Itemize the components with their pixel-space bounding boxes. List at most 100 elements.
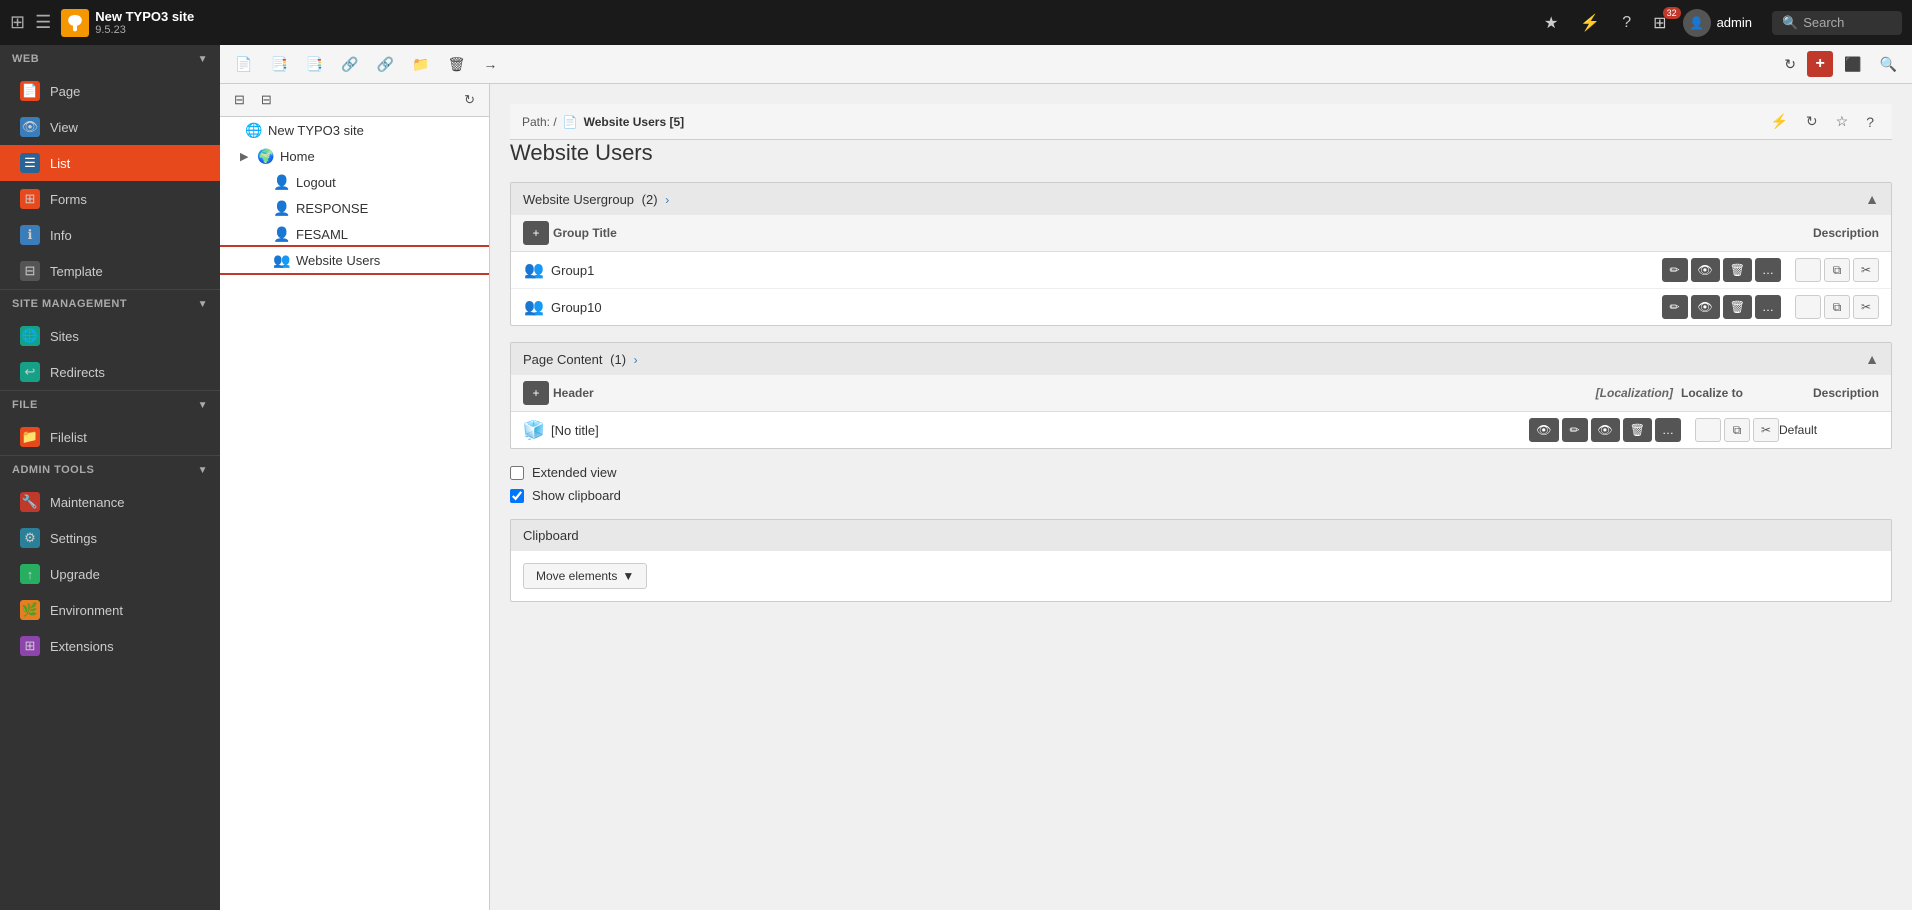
tree-item-logout[interactable]: 👤 Logout [220,169,489,195]
sidebar-item-settings[interactable]: ⚙ Settings [0,520,220,556]
tree-item-response[interactable]: 👤 RESPONSE [220,195,489,221]
notification-bell[interactable]: ⊞ 32 [1647,13,1672,33]
no-title-copy-btn[interactable]: ⧉ [1724,418,1750,442]
site-management-label: SITE MANAGEMENT [12,298,127,310]
tree-item-home[interactable]: ▶ 🌍 Home [220,143,489,169]
group10-copy-btn[interactable]: ⧉ [1824,295,1850,319]
sidebar-item-environment[interactable]: 🌿 Environment [0,592,220,628]
group10-more-btn[interactable]: … [1755,295,1781,319]
history-btn[interactable]: 🔗 [334,51,365,77]
usergroup-section-header[interactable]: Website Usergroup (2) › ▲ [511,183,1891,215]
hamburger-menu-icon[interactable]: ☰ [35,12,51,33]
sidebar-item-filelist[interactable]: 📁 Filelist [0,419,220,455]
forms-icon: ⊞ [20,189,40,209]
group1-icon: 👥 [523,259,545,281]
group10-delete-btn[interactable]: 🗑 [1723,295,1752,319]
user-menu[interactable]: 👤 admin [1683,9,1752,37]
sidebar-item-extensions[interactable]: ⊞ Extensions [0,628,220,664]
group1-delete-btn[interactable]: 🗑 [1723,258,1752,282]
help-icon[interactable]: ? [1622,14,1631,32]
new-document-btn[interactable]: 📄 [228,51,259,77]
show-clipboard-label[interactable]: Show clipboard [532,488,621,503]
no-title-hide-btn[interactable]: 👁 [1591,418,1620,442]
path-refresh-btn[interactable]: ↻ [1800,110,1824,133]
settings-icon: ⚙ [20,528,40,548]
flash-icon[interactable]: ⚡ [1580,13,1600,33]
export-btn[interactable]: 📑 [299,51,330,77]
no-title-cut-btn[interactable]: ✂ [1753,418,1779,442]
search-bar[interactable]: 🔍 Search [1772,11,1902,35]
path-bolt-btn[interactable]: ⚡ [1764,110,1793,133]
tree-filter-btn[interactable]: ⊟ [255,89,278,111]
search-btn[interactable]: 🔍 [1873,51,1904,77]
group1-edit-btn[interactable]: ✏ [1662,258,1688,282]
page-content-col-localize: Localize to [1681,386,1743,400]
show-clipboard-checkbox[interactable] [510,489,524,503]
group10-hide-btn[interactable] [1795,295,1821,319]
clipboard-export-btn[interactable]: ⬛ [1837,51,1868,77]
sidebar-item-maintenance[interactable]: 🔧 Maintenance [0,484,220,520]
chevron-icon: ▶ [240,150,252,163]
typo3-logo [61,9,89,37]
search-label: Search [1803,15,1844,30]
page-content-add-btn[interactable]: + [523,381,549,405]
sidebar-item-list[interactable]: ☰ List [0,145,220,181]
template-icon: ⊟ [20,261,40,281]
no-title-edit-btn[interactable]: ✏ [1562,418,1588,442]
path-star-btn[interactable]: ☆ [1830,110,1855,133]
import-btn[interactable]: 📑 [263,51,294,77]
usergroup-add-btn[interactable]: + [523,221,549,245]
folder-btn[interactable]: 📁 [405,51,436,77]
tree-item-site[interactable]: 🌐 New TYPO3 site [220,117,489,143]
sidebar-item-redirects[interactable]: ↩ Redirects [0,354,220,390]
extended-view-checkbox[interactable] [510,466,524,480]
no-title-blank1-btn[interactable] [1695,418,1721,442]
sidebar-section-site-management[interactable]: SITE MANAGEMENT ▼ [0,289,220,318]
no-title-more-btn[interactable]: … [1655,418,1681,442]
tree-item-website-users[interactable]: 👥 Website Users [220,247,489,273]
create-new-btn[interactable]: + [1807,51,1833,77]
sidebar-item-view[interactable]: 👁 View [0,109,220,145]
path-help-btn[interactable]: ? [1860,110,1880,133]
home-tree-icon: 🌍 [257,147,275,165]
username-label: admin [1717,15,1752,30]
tree-collapse-btn[interactable]: ⊟ [228,89,251,111]
dropdown-arrow-icon: ▼ [622,569,634,583]
table-row: 👥 Group10 ✏ 👁 🗑 … ⧉ ✂ [511,289,1891,325]
sidebar-item-upgrade[interactable]: ↑ Upgrade [0,556,220,592]
sidebar-item-template[interactable]: ⊟ Template [0,253,220,289]
sidebar-item-forms[interactable]: ⊞ Forms [0,181,220,217]
trash-btn[interactable]: 🗑 [441,51,473,77]
no-title-view-btn[interactable]: 👁 [1529,418,1558,442]
group1-cut-btn[interactable]: ✂ [1853,258,1879,282]
clipboard-header: Clipboard [511,520,1891,551]
group10-edit-btn[interactable]: ✏ [1662,295,1688,319]
group1-more-btn[interactable]: … [1755,258,1781,282]
refresh-btn[interactable]: ↻ [1777,51,1803,77]
no-title-delete-btn[interactable]: 🗑 [1623,418,1652,442]
move-btn[interactable]: → [476,51,504,77]
sidebar-section-web[interactable]: WEB ▼ [0,45,220,73]
group10-view-btn[interactable]: 👁 [1691,295,1720,319]
sidebar-item-info[interactable]: ℹ Info [0,217,220,253]
tree-refresh-btn[interactable]: ↻ [458,89,481,111]
link-btn[interactable]: 🔗 [370,51,401,77]
filelist-icon: 📁 [20,427,40,447]
group1-hide-btn[interactable] [1795,258,1821,282]
sidebar-section-file[interactable]: FILE ▼ [0,390,220,419]
topbar: ⊞ ☰ New TYPO3 site 9.5.23 ★ ⚡ ? ⊞ 32 👤 a… [0,0,1912,45]
sidebar-item-sites[interactable]: 🌐 Sites [0,318,220,354]
sidebar-section-admin-tools[interactable]: ADMIN TOOLS ▼ [0,455,220,484]
sidebar: WEB ▼ 📄 Page 👁 View ☰ List ⊞ Forms ℹ Inf… [0,45,220,910]
group1-copy-btn[interactable]: ⧉ [1824,258,1850,282]
extended-view-label[interactable]: Extended view [532,465,617,480]
move-elements-btn[interactable]: Move elements ▼ [523,563,647,589]
group10-cut-btn[interactable]: ✂ [1853,295,1879,319]
sidebar-item-page[interactable]: 📄 Page [0,73,220,109]
page-content-section-header[interactable]: Page Content (1) › ▲ [511,343,1891,375]
bookmark-icon[interactable]: ★ [1544,13,1558,33]
group1-view-btn[interactable]: 👁 [1691,258,1720,282]
apps-grid-icon[interactable]: ⊞ [10,12,25,33]
no-title-icon: 🧊 [523,419,545,441]
tree-item-fesaml[interactable]: 👤 FESAML [220,221,489,247]
